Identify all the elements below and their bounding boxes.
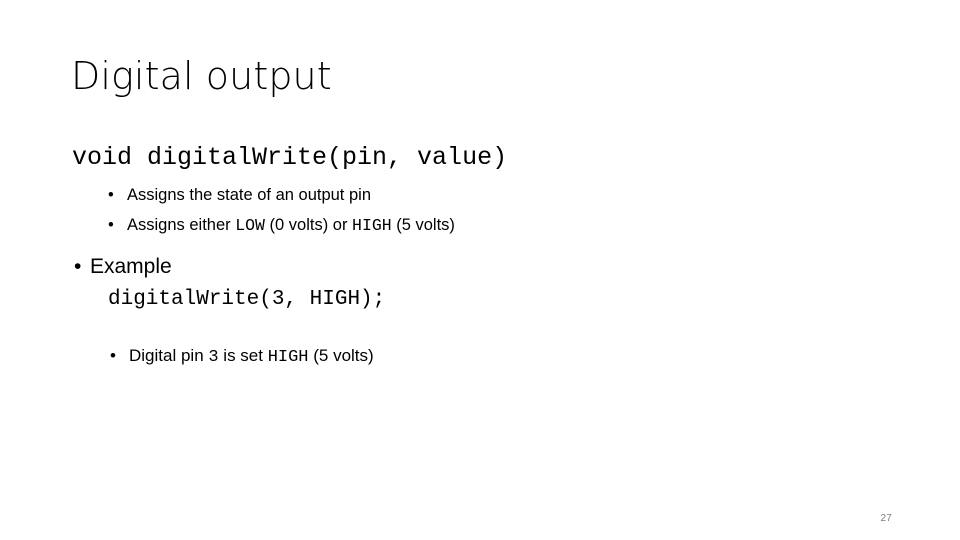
slide-canvas: Digital output void digitalWrite(pin, va… <box>0 0 960 540</box>
description-bullet-list: • Assigns the state of an output pin • A… <box>0 180 900 241</box>
bullet-icon: • <box>74 255 82 279</box>
function-signature-code: void digitalWrite(pin, value) <box>72 143 508 172</box>
list-item: • Digital pin 3 is set HIGH (5 volts) <box>0 344 900 370</box>
note-text: Digital pin 3 is set HIGH (5 volts) <box>129 345 374 367</box>
example-label: Example <box>90 255 172 279</box>
note-bullet-list: • Digital pin 3 is set HIGH (5 volts) <box>0 344 900 370</box>
list-item: • Assigns either LOW (0 volts) or HIGH (… <box>0 210 900 241</box>
list-item: • Example <box>0 253 900 281</box>
page-title: Digital output <box>71 54 332 98</box>
bullet-icon: • <box>108 186 114 204</box>
list-item: • Assigns the state of an output pin <box>0 180 900 210</box>
slide-body: void digitalWrite(pin, value) • Assigns … <box>0 142 900 369</box>
list-item-text: Assigns the state of an output pin <box>127 186 371 204</box>
slide-page-number: 27 <box>880 513 892 524</box>
bullet-icon: • <box>108 216 114 235</box>
example-bullet-list: • Example <box>0 253 900 281</box>
list-item-text: Assigns either LOW (0 volts) or HIGH (5 … <box>127 216 455 236</box>
example-code: digitalWrite(3, HIGH); <box>108 288 386 312</box>
bullet-icon: • <box>110 345 116 365</box>
